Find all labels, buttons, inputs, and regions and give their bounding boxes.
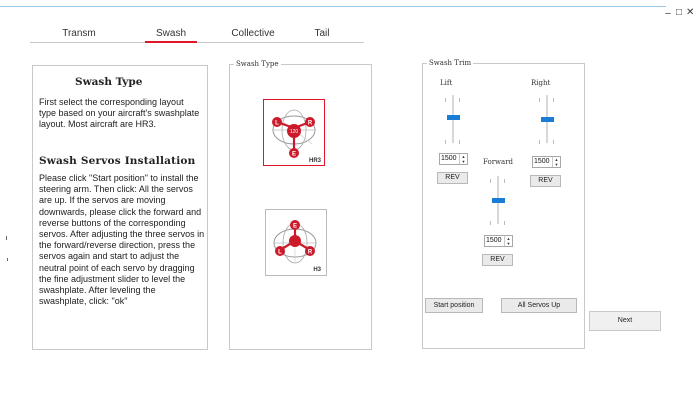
swash-type-heading: Swash Type (75, 76, 143, 88)
tab-collective[interactable]: Collective (213, 28, 293, 42)
slider-tick (553, 140, 554, 144)
slider-tick (539, 98, 540, 102)
forward-label: Forward (483, 158, 514, 166)
spinner-arrows-icon[interactable]: ▲ ▼ (504, 236, 512, 246)
slider-tick (539, 140, 540, 144)
swash-type-panel: Swash Type L 120 R E HR3 E L R H3 (229, 59, 372, 350)
swash-option-hr3[interactable]: L 120 R E HR3 (263, 99, 325, 166)
tab-tail[interactable]: Tail (282, 28, 362, 42)
slider-tick (553, 98, 554, 102)
swash-trim-panel: Swash Trim Lift 1500 ▲ ▼ REV Right 1500 ▲ ▼ … (422, 58, 585, 349)
slider-tick (490, 179, 491, 183)
spinner-arrows-icon[interactable]: ▲ ▼ (552, 157, 560, 167)
close-icon[interactable]: ✕ (686, 8, 694, 18)
slider-tick (445, 140, 446, 144)
hr3-swash-icon: L 120 R E HR3 (272, 109, 322, 164)
slider-tick (445, 98, 446, 102)
lift-value: 1500 (441, 155, 457, 162)
swash-trim-legend: Swash Trim (427, 58, 474, 68)
edge-mark (7, 258, 8, 261)
info-panel: Swash Type First select the correspondin… (32, 65, 208, 350)
right-slider-thumb[interactable] (541, 117, 554, 122)
tab-swash[interactable]: Swash (131, 28, 211, 42)
all-servos-up-button[interactable]: All Servos Up (501, 298, 577, 313)
slider-tick (504, 221, 505, 225)
minimize-icon[interactable]: – (664, 9, 672, 19)
forward-value-spinner[interactable]: 1500 ▲ ▼ (484, 235, 513, 247)
tab-bar: Transm Swash Collective Tail (30, 28, 364, 43)
h3-label-l: L (278, 250, 282, 256)
swash-option-h3[interactable]: E L R H3 (265, 209, 327, 276)
right-rev-button[interactable]: REV (530, 175, 561, 187)
lift-slider-thumb[interactable] (447, 115, 460, 120)
forward-slider-thumb[interactable] (492, 198, 505, 203)
swash-type-legend: Swash Type (234, 59, 281, 69)
title-bar-line (0, 6, 666, 7)
h3-label-e: E (293, 224, 297, 230)
h3-caption: H3 (313, 267, 321, 273)
swash-type-description: First select the corresponding layout ty… (39, 97, 200, 130)
servos-installation-description: Please click "Start position" to install… (39, 173, 205, 307)
servos-installation-heading: Swash Servos Installation (39, 155, 196, 167)
hr3-label-r: R (308, 121, 313, 127)
right-value-spinner[interactable]: 1500 ▲ ▼ (532, 156, 561, 168)
slider-tick (504, 179, 505, 183)
tab-transm[interactable]: Transm (39, 28, 119, 42)
lift-value-spinner[interactable]: 1500 ▲ ▼ (439, 153, 468, 165)
lift-label: Lift (440, 79, 453, 87)
hr3-caption: HR3 (309, 158, 322, 164)
maximize-icon[interactable]: □ (675, 8, 683, 18)
swash-setup-window: – □ ✕ Transm Swash Collective Tail Swash… (0, 0, 696, 418)
hr3-label-l: L (275, 121, 279, 127)
next-button[interactable]: Next (589, 311, 661, 331)
right-label: Right (531, 79, 551, 87)
slider-tick (490, 221, 491, 225)
right-value: 1500 (534, 158, 550, 165)
start-position-button[interactable]: Start position (425, 298, 483, 313)
h3-swash-icon: E L R H3 (273, 220, 322, 273)
slider-tick (459, 98, 460, 102)
lift-rev-button[interactable]: REV (437, 172, 468, 184)
hr3-label-e: E (292, 152, 296, 158)
h3-label-r: R (308, 250, 313, 256)
edge-mark (6, 236, 7, 240)
slider-tick (459, 140, 460, 144)
forward-value: 1500 (486, 237, 502, 244)
spinner-arrows-icon[interactable]: ▲ ▼ (459, 154, 467, 164)
active-tab-indicator (145, 41, 197, 43)
hr3-label-angle: 120 (290, 129, 299, 135)
forward-rev-button[interactable]: REV (482, 254, 513, 266)
